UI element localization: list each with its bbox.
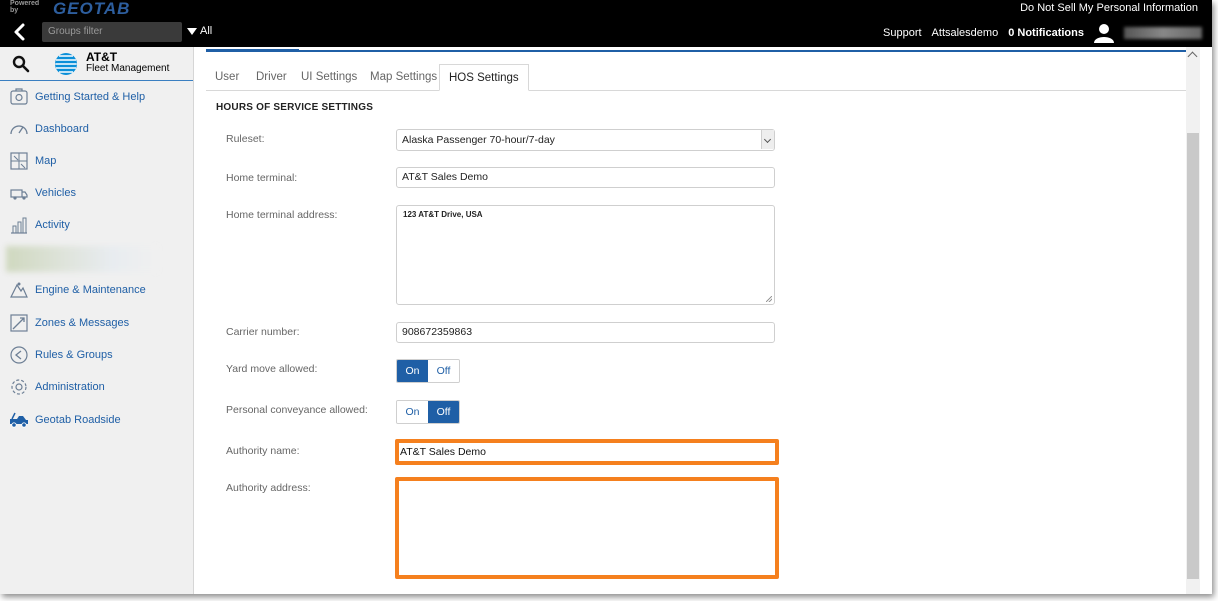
- sidebar-item-dashboard[interactable]: Dashboard: [0, 114, 194, 144]
- user-name-redacted: [1124, 27, 1202, 39]
- carrier-number-input[interactable]: 908672359863: [396, 322, 775, 343]
- section-title: HOURS OF SERVICE SETTINGS: [216, 102, 374, 113]
- account-link[interactable]: Attsalesdemo: [932, 27, 999, 39]
- sidebar-item-map[interactable]: Map: [0, 146, 194, 176]
- personal-conveyance-toggle: On Off: [396, 400, 460, 424]
- home-terminal-address-label: Home terminal address:: [226, 209, 338, 221]
- authority-address-textarea[interactable]: [401, 485, 771, 571]
- sidebar-item-label: Rules & Groups: [35, 349, 113, 361]
- notifications-link[interactable]: 0 Notifications: [1008, 27, 1084, 39]
- sidebar-item-zones-messages[interactable]: Zones & Messages: [0, 308, 194, 338]
- brand-subtitle: Fleet Management: [86, 63, 170, 74]
- sidebar-item-activity[interactable]: Activity: [0, 210, 194, 240]
- zones-icon: [10, 314, 28, 332]
- bar-chart-icon: [11, 217, 27, 234]
- sidebar-item-label: Administration: [35, 381, 105, 393]
- sidebar-item-label: Vehicles: [35, 187, 76, 199]
- sidebar-item-administration[interactable]: Administration: [0, 372, 194, 402]
- tab-top-accent: [206, 49, 299, 52]
- authority-address-label: Authority address:: [226, 482, 311, 494]
- tow-truck-icon: [10, 412, 28, 428]
- sidebar-item-label: Engine & Maintenance: [35, 284, 146, 296]
- support-link[interactable]: Support: [883, 27, 922, 39]
- help-box-icon: [10, 88, 28, 105]
- ruleset-select[interactable]: Alaska Passenger 70-hour/7-day: [396, 129, 775, 151]
- yard-move-label: Yard move allowed:: [226, 363, 318, 375]
- sidebar-item-getting-started[interactable]: Getting Started & Help: [0, 82, 194, 112]
- ruleset-value: Alaska Passenger 70-hour/7-day: [402, 134, 555, 146]
- top-bar: Powered by GEOTAB Do Not Sell My Persona…: [0, 0, 1212, 47]
- tab-driver[interactable]: Driver: [247, 64, 296, 91]
- do-not-sell-link[interactable]: Do Not Sell My Personal Information: [1020, 2, 1198, 14]
- vertical-scrollbar[interactable]: [1186, 47, 1200, 594]
- sidebar-item-label: Geotab Roadside: [35, 414, 121, 426]
- yard-move-toggle: On Off: [396, 359, 460, 383]
- tab-top-divider: [206, 50, 1186, 52]
- sidebar-item-engine-maintenance[interactable]: Engine & Maintenance: [0, 275, 194, 305]
- back-arrow-icon[interactable]: [10, 22, 30, 42]
- user-icon[interactable]: [1094, 23, 1114, 43]
- sidebar-item-label: Zones & Messages: [35, 317, 130, 329]
- truck-icon: [10, 189, 28, 200]
- personal-conveyance-on-button[interactable]: On: [397, 401, 428, 423]
- att-globe-icon: [55, 53, 77, 75]
- tab-user[interactable]: User: [206, 64, 248, 91]
- sidebar-item-label: Dashboard: [35, 123, 89, 135]
- home-terminal-address-value: 123 AT&T Drive, USA: [403, 210, 483, 219]
- app-window: Powered by GEOTAB Do Not Sell My Persona…: [0, 0, 1212, 594]
- groups-all-dropdown[interactable]: All: [187, 25, 212, 37]
- chevron-down-icon: [761, 130, 774, 149]
- search-icon[interactable]: [12, 55, 30, 73]
- authority-name-label: Authority name:: [226, 445, 300, 457]
- sidebar: AT&T Fleet Management Getting Started & …: [0, 47, 194, 594]
- scroll-up-icon[interactable]: [1187, 51, 1198, 62]
- authority-name-input[interactable]: AT&T Sales Demo: [400, 446, 486, 458]
- resize-grip-icon[interactable]: [766, 296, 772, 302]
- powered-by-label: Powered by: [10, 0, 40, 14]
- main-content: User Driver UI Settings Map Settings HOS…: [195, 47, 1199, 594]
- sidebar-item-label: Map: [35, 155, 57, 167]
- tab-map-settings[interactable]: Map Settings: [361, 64, 446, 91]
- tab-ui-settings[interactable]: UI Settings: [292, 64, 366, 91]
- sidebar-item-label: Activity: [35, 219, 70, 231]
- settings-tabs: User Driver UI Settings Map Settings HOS…: [206, 64, 1186, 91]
- sidebar-item-rules-groups[interactable]: Rules & Groups: [0, 340, 194, 370]
- geotab-logo: GEOTAB: [53, 0, 131, 18]
- engine-icon: [10, 282, 28, 298]
- rules-icon: [10, 346, 28, 364]
- sidebar-item-geotab-roadside[interactable]: Geotab Roadside: [0, 405, 194, 435]
- personal-conveyance-off-button[interactable]: Off: [428, 401, 459, 423]
- sidebar-header: AT&T Fleet Management: [0, 47, 193, 81]
- yard-move-on-button[interactable]: On: [397, 360, 428, 382]
- sidebar-item-vehicles[interactable]: Vehicles: [0, 178, 194, 208]
- home-terminal-label: Home terminal:: [226, 172, 298, 184]
- sidebar-item-label: Getting Started & Help: [35, 91, 146, 103]
- ruleset-label: Ruleset:: [226, 133, 265, 145]
- home-terminal-input[interactable]: AT&T Sales Demo: [396, 167, 775, 188]
- home-terminal-address-textarea[interactable]: 123 AT&T Drive, USA: [396, 205, 775, 305]
- gauge-icon: [10, 125, 28, 135]
- top-right-menu: Support Attsalesdemo 0 Notifications: [883, 22, 1202, 44]
- redacted-sidebar-item: [6, 246, 158, 272]
- tab-hos-settings[interactable]: HOS Settings: [439, 64, 529, 91]
- triangle-down-icon: [187, 27, 197, 35]
- gear-icon: [11, 379, 27, 395]
- all-label: All: [200, 25, 213, 37]
- att-brand: AT&T Fleet Management: [86, 50, 170, 74]
- brand-title: AT&T: [86, 50, 118, 64]
- groups-filter-input[interactable]: Groups filter: [42, 22, 182, 42]
- personal-conveyance-label: Personal conveyance allowed:: [226, 404, 368, 416]
- scrollbar-thumb[interactable]: [1187, 133, 1199, 579]
- carrier-number-label: Carrier number:: [226, 326, 300, 338]
- yard-move-off-button[interactable]: Off: [428, 360, 459, 382]
- map-icon: [10, 152, 28, 170]
